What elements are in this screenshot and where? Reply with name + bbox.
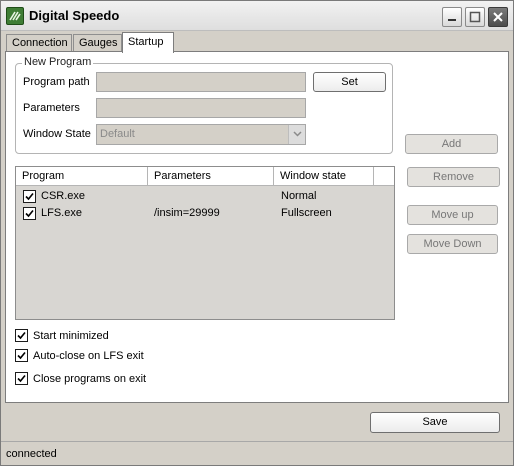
- program-list[interactable]: Program Parameters Window state CSR.exe …: [15, 166, 395, 320]
- checkmark-icon: [25, 192, 34, 201]
- add-button[interactable]: Add: [405, 134, 498, 154]
- tab-gauges[interactable]: Gauges: [73, 34, 122, 52]
- window-title: Digital Speedo: [29, 8, 120, 23]
- tab-startup[interactable]: Startup: [122, 32, 174, 53]
- move-up-button[interactable]: Move up: [407, 205, 498, 225]
- program-path-field[interactable]: [96, 72, 306, 92]
- app-window: Digital Speedo Connection Gauges Startup…: [0, 0, 514, 466]
- title-bar[interactable]: Digital Speedo: [1, 1, 513, 31]
- column-header-parameters[interactable]: Parameters: [148, 167, 274, 186]
- dropdown-arrow[interactable]: [288, 125, 305, 144]
- parameters-field[interactable]: [96, 98, 306, 118]
- column-header-program[interactable]: Program: [16, 167, 148, 186]
- parameters-label: Parameters: [23, 102, 80, 114]
- move-down-button[interactable]: Move Down: [407, 234, 498, 254]
- row-checkbox[interactable]: [23, 190, 36, 203]
- close-programs-checkbox[interactable]: [15, 372, 28, 385]
- column-header-window-state[interactable]: Window state: [274, 167, 374, 186]
- close-icon: [493, 12, 503, 22]
- checkmark-icon: [25, 209, 34, 218]
- start-minimized-checkbox[interactable]: [15, 329, 28, 342]
- status-bar: connected: [1, 441, 513, 465]
- maximize-icon: [469, 11, 481, 23]
- remove-button[interactable]: Remove: [407, 167, 500, 187]
- status-text: connected: [6, 448, 57, 460]
- close-button[interactable]: [488, 7, 508, 27]
- program-path-label: Program path: [23, 76, 90, 88]
- set-button[interactable]: Set: [313, 72, 386, 92]
- checkmark-icon: [17, 351, 26, 360]
- window-state-cell: Fullscreen: [281, 207, 332, 219]
- list-row[interactable]: LFS.exe /insim=29999 Fullscreen: [16, 205, 394, 222]
- checkmark-icon: [17, 331, 26, 340]
- tab-connection[interactable]: Connection: [6, 34, 72, 52]
- window-state-value: Default: [100, 128, 135, 140]
- auto-close-label: Auto-close on LFS exit: [33, 350, 144, 362]
- list-header: Program Parameters Window state: [16, 167, 394, 186]
- start-minimized-label: Start minimized: [33, 330, 109, 342]
- footer-area: Save: [1, 403, 513, 441]
- speedometer-app-icon: [6, 7, 24, 25]
- save-button[interactable]: Save: [370, 412, 500, 433]
- maximize-button[interactable]: [465, 7, 485, 27]
- minimize-icon: [448, 19, 456, 21]
- close-programs-label: Close programs on exit: [33, 373, 147, 385]
- minimize-button[interactable]: [442, 7, 462, 27]
- program-cell: CSR.exe: [41, 190, 86, 202]
- checkmark-icon: [17, 374, 26, 383]
- auto-close-checkbox[interactable]: [15, 349, 28, 362]
- row-checkbox[interactable]: [23, 207, 36, 220]
- parameters-cell: /insim=29999: [154, 207, 220, 219]
- window-state-cell: Normal: [281, 190, 317, 202]
- group-title: New Program: [22, 56, 94, 68]
- list-row[interactable]: CSR.exe Normal: [16, 188, 394, 205]
- program-cell: LFS.exe: [41, 207, 82, 219]
- window-state-label: Window State: [23, 128, 91, 140]
- window-state-select[interactable]: Default: [96, 124, 306, 145]
- chevron-down-icon: [293, 131, 302, 137]
